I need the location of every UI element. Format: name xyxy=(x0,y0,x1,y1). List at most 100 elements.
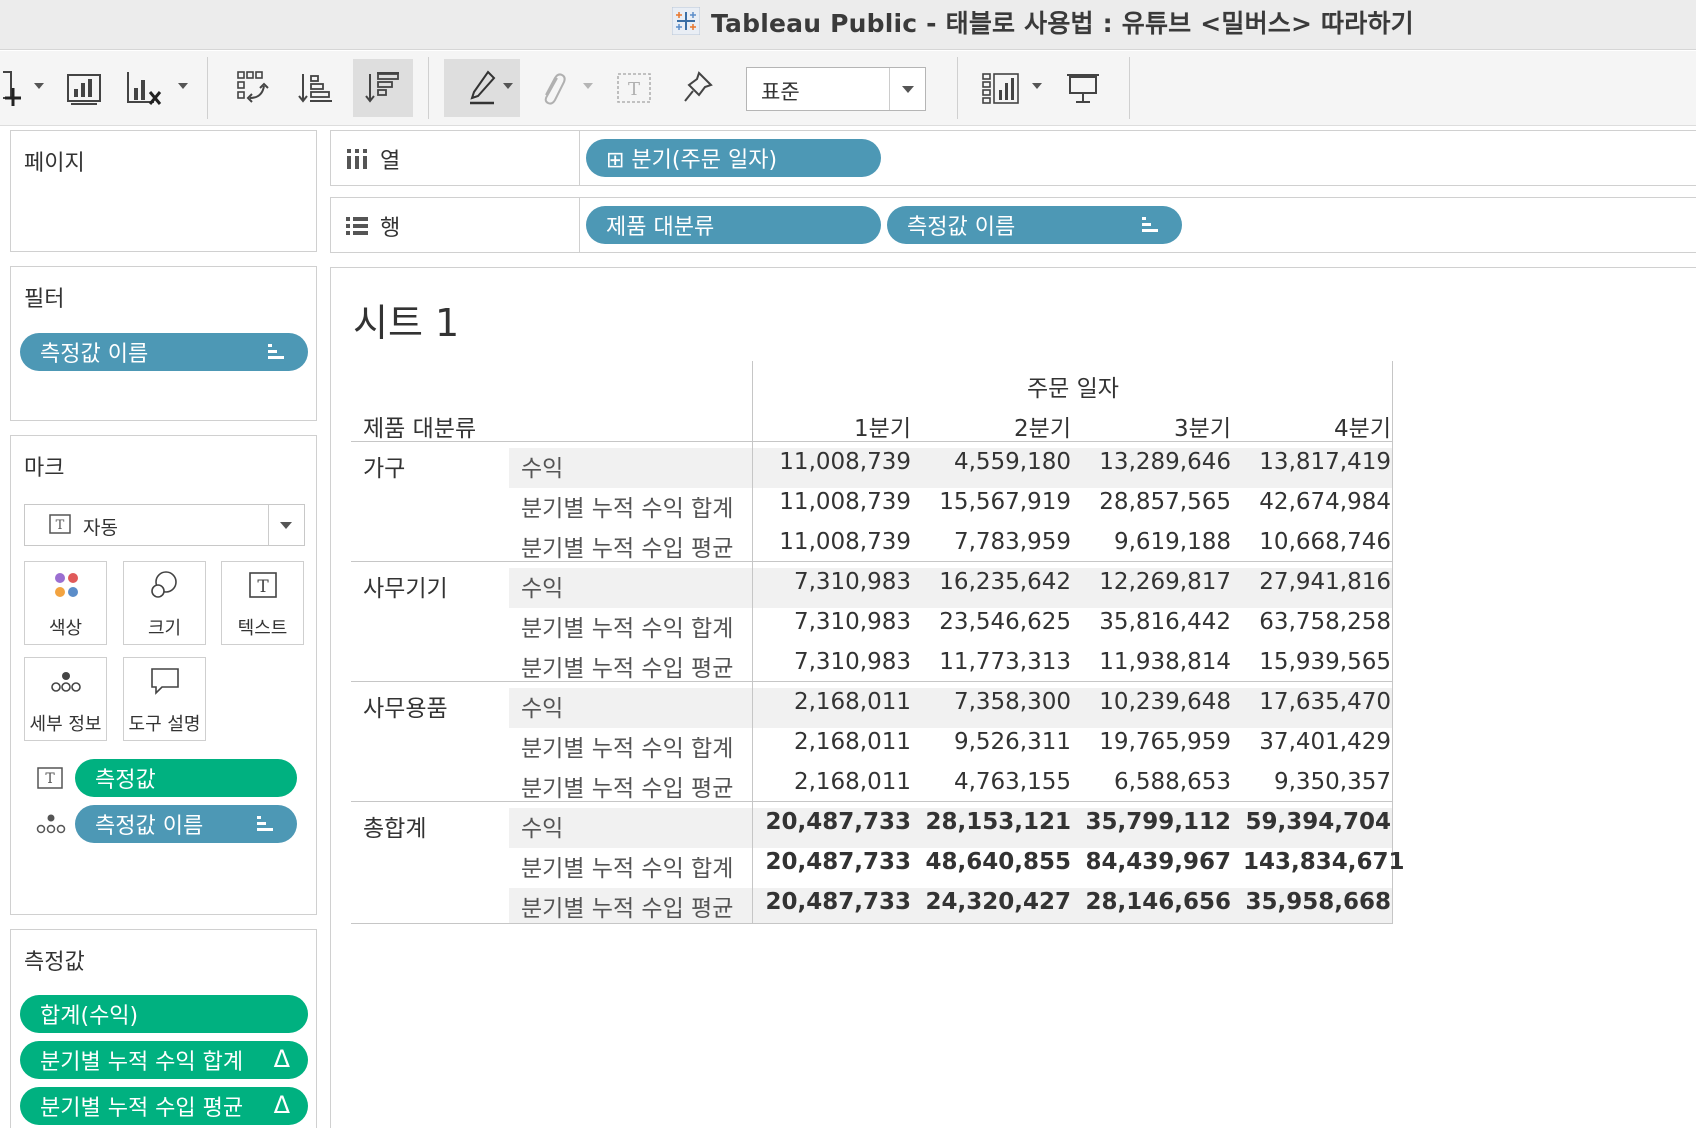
grand-total-label[interactable]: 총합계 xyxy=(363,809,426,843)
group-paperclip-icon[interactable] xyxy=(530,59,574,117)
measure-name-label[interactable]: 분기별 누적 수익 합계 xyxy=(521,849,733,883)
table-cell[interactable]: 12,269,817 xyxy=(1083,569,1231,595)
sort-descending-icon[interactable] xyxy=(353,59,413,117)
presentation-mode-icon[interactable] xyxy=(1060,59,1106,117)
table-cell[interactable]: 23,546,625 xyxy=(923,609,1071,635)
grand-total-cell[interactable]: 20,487,733 xyxy=(763,849,911,875)
measure-name-label[interactable]: 분기별 누적 수익 합계 xyxy=(521,729,733,763)
table-cell[interactable]: 10,239,648 xyxy=(1083,689,1231,715)
filters-panel[interactable]: 필터 측정값 이름 xyxy=(10,266,317,421)
filter-pill-measure-names[interactable]: 측정값 이름 xyxy=(20,333,308,371)
measure-name-label[interactable]: 분기별 누적 수익 합계 xyxy=(521,489,733,523)
table-cell[interactable]: 11,773,313 xyxy=(923,649,1071,675)
measure-name-label[interactable]: 분기별 누적 수입 평균 xyxy=(521,529,733,563)
table-cell[interactable]: 35,816,442 xyxy=(1083,609,1231,635)
pages-panel[interactable]: 페이지 xyxy=(10,130,317,252)
table-cell[interactable]: 11,938,814 xyxy=(1083,649,1231,675)
table-cell[interactable]: 9,619,188 xyxy=(1083,529,1231,555)
table-cell[interactable]: 2,168,011 xyxy=(763,729,911,755)
add-datasource-icon[interactable] xyxy=(0,59,28,117)
table-cell[interactable]: 16,235,642 xyxy=(923,569,1071,595)
quarter-header-q1[interactable]: 1분기 xyxy=(763,409,911,443)
measure-pill-cumulative-avg[interactable]: 분기별 누적 수입 평균 Δ xyxy=(20,1087,308,1125)
crosstab-table[interactable]: 주문 일자 제품 대분류 1분기 2분기 3분기 4분기 가구 수익 분기별 누… xyxy=(351,361,1405,924)
marks-encoding-measure-values[interactable]: 측정값 xyxy=(75,759,297,797)
table-cell[interactable]: 19,765,959 xyxy=(1083,729,1231,755)
table-cell[interactable]: 7,310,983 xyxy=(763,569,911,595)
table-cell[interactable]: 13,817,419 xyxy=(1243,449,1391,475)
category-label[interactable]: 사무용품 xyxy=(363,689,448,723)
rows-shelf[interactable]: 행 제품 대분류 측정값 이름 xyxy=(330,197,1696,253)
grand-total-cell[interactable]: 35,799,112 xyxy=(1083,809,1231,835)
grand-total-cell[interactable]: 143,834,671 xyxy=(1243,849,1405,875)
table-cell[interactable]: 7,358,300 xyxy=(923,689,1071,715)
measure-name-label[interactable]: 분기별 누적 수입 평균 xyxy=(521,769,733,803)
measure-name-label[interactable]: 분기별 누적 수익 합계 xyxy=(521,609,733,643)
table-cell[interactable]: 7,783,959 xyxy=(923,529,1071,555)
table-cell[interactable]: 11,008,739 xyxy=(763,489,911,515)
measure-name-label[interactable]: 수익 xyxy=(521,449,563,483)
grand-total-cell[interactable]: 24,320,427 xyxy=(923,889,1071,915)
quarter-header-q3[interactable]: 3분기 xyxy=(1083,409,1231,443)
mark-type-select[interactable]: T 자동 xyxy=(24,504,305,546)
columns-shelf[interactable]: 열 ⊞ 분기(주문 일자) xyxy=(330,130,1696,186)
table-cell[interactable]: 2,168,011 xyxy=(763,689,911,715)
show-me-icon[interactable] xyxy=(978,59,1024,117)
category-label[interactable]: 사무기기 xyxy=(363,569,448,603)
table-cell[interactable]: 63,758,258 xyxy=(1243,609,1391,635)
grand-total-cell[interactable]: 48,640,855 xyxy=(923,849,1071,875)
measure-pill-cumulative-sum[interactable]: 분기별 누적 수익 합계 Δ xyxy=(20,1041,308,1079)
table-cell[interactable]: 17,635,470 xyxy=(1243,689,1391,715)
grand-total-cell[interactable]: 28,153,121 xyxy=(923,809,1071,835)
clear-sheet-caret-icon[interactable] xyxy=(178,83,188,89)
quarter-header-q4[interactable]: 4분기 xyxy=(1243,409,1391,443)
clear-sheet-icon[interactable] xyxy=(120,59,168,117)
show-me-caret-icon[interactable] xyxy=(1032,83,1042,89)
marks-card-tooltip[interactable]: 도구 설명 xyxy=(123,657,206,741)
grand-total-cell[interactable]: 20,487,733 xyxy=(763,889,911,915)
table-cell[interactable]: 10,668,746 xyxy=(1243,529,1391,555)
measure-name-label[interactable]: 수익 xyxy=(521,689,563,723)
measure-name-label[interactable]: 분기별 누적 수입 평균 xyxy=(521,649,733,683)
table-cell[interactable]: 42,674,984 xyxy=(1243,489,1391,515)
highlight-caret-icon[interactable] xyxy=(503,83,513,89)
measure-name-label[interactable]: 수익 xyxy=(521,569,563,603)
measure-pill-sum-profit[interactable]: 합계(수익) xyxy=(20,995,308,1033)
category-label[interactable]: 가구 xyxy=(363,449,405,483)
table-cell[interactable]: 37,401,429 xyxy=(1243,729,1391,755)
row-dimension-header[interactable]: 제품 대분류 xyxy=(363,409,476,443)
sort-ascending-icon[interactable] xyxy=(292,59,340,117)
table-cell[interactable]: 2,168,011 xyxy=(763,769,911,795)
measure-values-panel[interactable]: 측정값 합계(수익) 분기별 누적 수익 합계 Δ 분기별 누적 수입 평균 Δ xyxy=(10,929,317,1128)
table-cell[interactable]: 9,526,311 xyxy=(923,729,1071,755)
marks-card-color[interactable]: 색상 xyxy=(24,561,107,645)
table-cell[interactable]: 13,289,646 xyxy=(1083,449,1231,475)
grand-total-cell[interactable]: 28,146,656 xyxy=(1083,889,1231,915)
quarter-header-q2[interactable]: 2분기 xyxy=(923,409,1071,443)
table-cell[interactable]: 7,310,983 xyxy=(763,649,911,675)
table-cell[interactable]: 4,763,155 xyxy=(923,769,1071,795)
sheet-title[interactable]: 시트 1 xyxy=(353,292,459,347)
grand-total-cell[interactable]: 20,487,733 xyxy=(763,809,911,835)
worksheet-view[interactable]: 시트 1 주문 일자 제품 대분류 1분기 2분기 3분기 4분기 가구 수익 … xyxy=(330,267,1696,1128)
table-cell[interactable]: 28,857,565 xyxy=(1083,489,1231,515)
rows-pill-measure-names[interactable]: 측정값 이름 xyxy=(887,206,1182,244)
group-caret-icon[interactable] xyxy=(583,83,593,89)
table-cell[interactable]: 4,559,180 xyxy=(923,449,1071,475)
rows-pill-category[interactable]: 제품 대분류 xyxy=(586,206,881,244)
columns-pill-quarter-order-date[interactable]: ⊞ 분기(주문 일자) xyxy=(586,139,881,177)
marks-card-text[interactable]: T 텍스트 xyxy=(221,561,304,645)
new-worksheet-icon[interactable] xyxy=(60,59,108,117)
marks-panel[interactable]: 마크 T 자동 색상 크기 T 텍스트 세부 정보 도구 설명 T 측정값 측정… xyxy=(10,435,317,915)
marks-encoding-measure-names[interactable]: 측정값 이름 xyxy=(75,805,297,843)
grand-total-cell[interactable]: 84,439,967 xyxy=(1083,849,1231,875)
grand-total-cell[interactable]: 35,958,668 xyxy=(1243,889,1391,915)
add-datasource-caret-icon[interactable] xyxy=(34,83,44,89)
table-cell[interactable]: 11,008,739 xyxy=(763,449,911,475)
swap-rows-columns-icon[interactable] xyxy=(230,59,278,117)
table-cell[interactable]: 6,588,653 xyxy=(1083,769,1231,795)
fix-axes-pin-icon[interactable] xyxy=(676,59,720,117)
measure-name-label[interactable]: 분기별 누적 수입 평균 xyxy=(521,889,733,923)
marks-card-size[interactable]: 크기 xyxy=(123,561,206,645)
table-cell[interactable]: 11,008,739 xyxy=(763,529,911,555)
